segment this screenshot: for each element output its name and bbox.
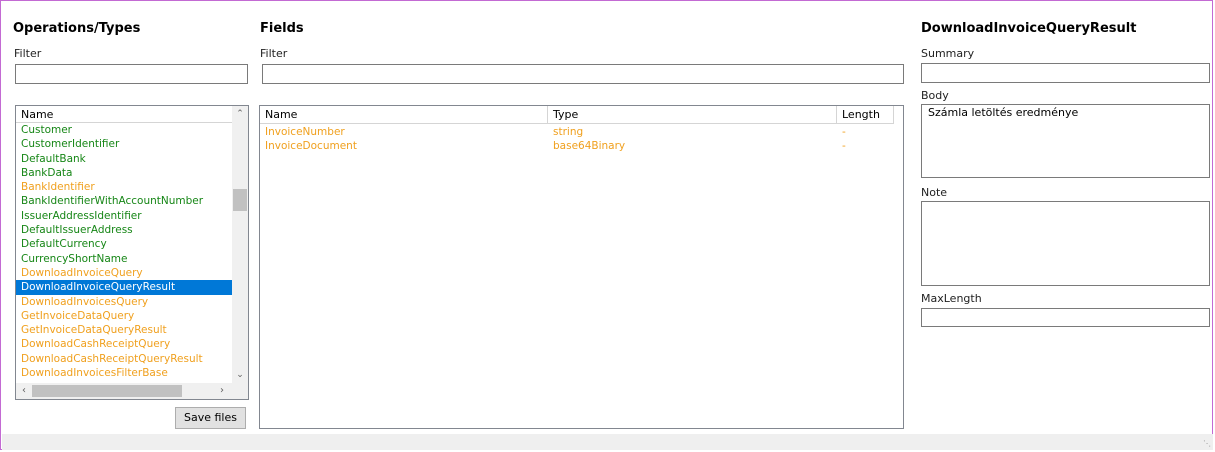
save-files-button[interactable]: Save files <box>175 407 246 429</box>
list-item[interactable]: CustomerIdentifier <box>16 137 232 151</box>
operations-filter-input[interactable] <box>15 64 248 84</box>
list-item[interactable]: IssuerAddressIdentifier <box>16 209 232 223</box>
fields-title: Fields <box>260 21 304 36</box>
summary-label: Summary <box>921 47 975 60</box>
chevron-right-icon[interactable]: › <box>214 383 230 399</box>
summary-input[interactable] <box>921 63 1210 83</box>
horizontal-scrollbar[interactable]: ‹ › <box>16 383 248 399</box>
list-item[interactable]: DefaultCurrency <box>16 237 232 251</box>
note-textarea[interactable] <box>921 201 1210 286</box>
fields-name-column-header[interactable]: Name <box>260 106 548 123</box>
list-item[interactable]: CurrencyShortName <box>16 252 232 266</box>
field-name: InvoiceDocument <box>265 140 357 152</box>
field-name: InvoiceNumber <box>265 126 345 138</box>
size-grip-icon[interactable]: ⋱ <box>1203 440 1211 448</box>
operations-title: Operations/Types <box>13 21 141 36</box>
list-item[interactable]: DefaultBank <box>16 152 232 166</box>
list-item[interactable]: GetInvoiceDataQueryResult <box>16 323 232 337</box>
scroll-corner <box>232 383 248 399</box>
field-length: - <box>842 140 846 152</box>
list-item[interactable]: BankData <box>16 166 232 180</box>
main-window: Operations/Types Filter Name Customer Cus… <box>0 0 1213 450</box>
operations-list[interactable]: Name Customer CustomerIdentifier DefaultBa… <box>15 105 249 400</box>
field-type: string <box>553 126 584 138</box>
list-item[interactable]: DefaultIssuerAddress <box>16 223 232 237</box>
field-type: base64Binary <box>553 140 626 152</box>
note-label: Note <box>921 186 948 199</box>
fields-length-column-header[interactable]: Length <box>837 106 894 123</box>
fields-filter-label: Filter <box>260 47 288 60</box>
table-row[interactable]: InvoiceNumber string - <box>260 125 894 139</box>
list-item[interactable]: DownloadCashReceiptQuery <box>16 337 232 351</box>
fields-type-column-header[interactable]: Type <box>548 106 837 123</box>
operations-list-items: Customer CustomerIdentifier DefaultBank Ban… <box>16 123 232 380</box>
operations-list-header[interactable]: Name <box>16 106 232 123</box>
list-item[interactable]: DownloadInvoicesQuery <box>16 295 232 309</box>
vertical-scrollbar[interactable]: ⌃ ⌄ <box>232 106 248 383</box>
fields-grid-header: Name Type Length <box>260 106 894 124</box>
details-title: DownloadInvoiceQueryResult <box>921 21 1137 36</box>
list-item[interactable]: BankIdentifier <box>16 180 232 194</box>
list-item[interactable]: DownloadInvoiceQuery <box>16 266 232 280</box>
fields-grid[interactable]: Name Type Length InvoiceNumber string - … <box>259 105 904 429</box>
fields-filter-input[interactable] <box>262 64 904 84</box>
name-column-header[interactable]: Name <box>21 108 53 121</box>
list-item[interactable]: DownloadCashReceiptQueryResult <box>16 352 232 366</box>
chevron-left-icon[interactable]: ‹ <box>16 383 32 399</box>
vertical-scroll-thumb[interactable] <box>233 189 247 211</box>
list-item[interactable]: Customer <box>16 123 232 137</box>
list-item[interactable]: GetInvoiceDataQuery <box>16 309 232 323</box>
maxlength-input[interactable] <box>921 308 1210 327</box>
body-label: Body <box>921 89 949 102</box>
field-length: - <box>842 126 846 138</box>
horizontal-scroll-thumb[interactable] <box>32 385 182 397</box>
list-item[interactable]: DownloadInvoicesFilterBase <box>16 366 232 380</box>
status-bar: ⋱ <box>2 434 1213 450</box>
list-item[interactable]: BankIdentifierWithAccountNumber <box>16 194 232 208</box>
table-row[interactable]: InvoiceDocument base64Binary - <box>260 139 894 153</box>
chevron-up-icon[interactable]: ⌃ <box>232 106 248 122</box>
maxlength-label: MaxLength <box>921 292 982 305</box>
body-textarea[interactable]: Számla letöltés eredménye <box>921 104 1210 178</box>
list-item[interactable]: DownloadInvoiceQueryResult <box>16 280 232 295</box>
chevron-down-icon[interactable]: ⌄ <box>232 367 248 383</box>
operations-filter-label: Filter <box>14 47 42 60</box>
